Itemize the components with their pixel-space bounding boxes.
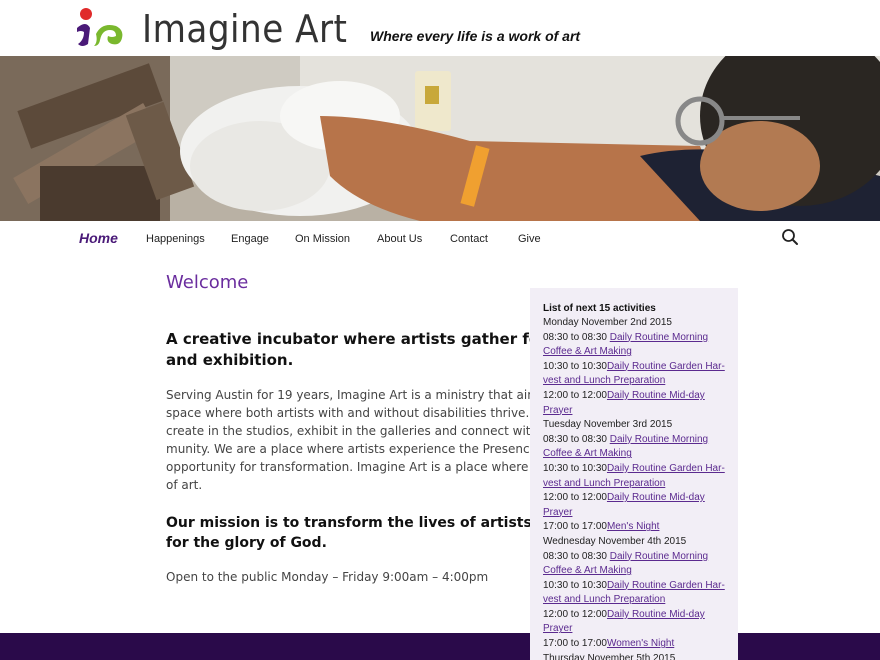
imagine-art-logo[interactable] [72,4,130,50]
intro-paragraph: Serving Austin for 19 years, Imagine Art… [166,386,530,494]
activity-time: 17:00 to 17:00 [543,521,607,533]
activity-time: Tuesday November 3rd 2015 [543,419,673,431]
activity-time: 08:30 to 08:30 [543,331,610,343]
activity-line: 12:00 to 12:00Daily Routine Mid-day [543,608,738,623]
activity-time: 08:30 to 08:30 [543,433,610,445]
activity-line: vest and Lunch Preparation [543,593,738,608]
headline-line: and exhibition. [166,351,294,369]
activity-link[interactable]: Coffee & Art Making [543,448,632,459]
paragraph-line: space where both artists with and withou… [166,406,530,420]
activity-line: Prayer [543,404,738,419]
site-header: Imagine Art Where every life is a work o… [0,0,880,56]
activity-line: vest and Lunch Preparation [543,477,738,492]
activity-time: 12:00 to 12:00 [543,608,607,620]
activity-time: 10:30 to 10:30 [543,462,607,474]
nav-item-happenings[interactable]: Happenings [146,233,205,245]
activities-title: List of next 15 activities [543,303,656,314]
activity-line: 17:00 to 17:00Women's Night [543,637,738,652]
activity-link[interactable]: Prayer [543,623,572,634]
opening-hours: Open to the public Monday – Friday 9:00a… [166,570,489,584]
activity-time: Wednesday November 4th 2015 [543,535,687,547]
activity-link[interactable]: Coffee & Art Making [543,346,632,357]
activity-link[interactable]: Daily Routine Garden Har- [607,361,725,372]
activity-line: 08:30 to 08:30 Daily Routine Morning [543,433,738,448]
paragraph-line: create in the studios, exhibit in the ga… [166,424,530,438]
activity-link[interactable]: vest and Lunch Preparation [543,594,665,605]
site-title[interactable]: Imagine Art [142,6,347,52]
paragraph-line: opportunity for transformation. Imagine … [166,460,530,474]
activity-link[interactable]: Daily Routine Mid-day [607,390,705,401]
activity-line: Tuesday November 3rd 2015 [543,418,738,433]
activity-link[interactable]: vest and Lunch Preparation [543,478,665,489]
activity-link[interactable]: Women's Night [607,638,674,649]
activity-list: Monday November 2nd 2015 08:30 to 08:30 D… [543,316,738,660]
mission-statement: Our mission is to transform the lives of… [166,513,536,553]
paragraph-line: Serving Austin for 19 years, Imagine Art… [166,388,530,402]
paragraph-line: of art. [166,478,203,492]
activity-line: 08:30 to 08:30 Daily Routine Morning [543,331,738,346]
activity-line: 17:00 to 17:00Men's Night [543,520,738,535]
activity-line: Coffee & Art Making [543,447,738,462]
nav-item-engage[interactable]: Engage [231,233,269,245]
activity-time: Thursday November 5th 2015 [543,652,676,660]
activity-time: Monday November 2nd 2015 [543,317,672,328]
search-icon[interactable] [781,228,799,246]
page-title: Welcome [166,272,249,293]
activity-line: 10:30 to 10:30Daily Routine Garden Har- [543,579,738,594]
activity-link[interactable]: Prayer [543,507,572,518]
activity-link[interactable]: Daily Routine Morning [610,332,708,343]
activity-link[interactable]: Daily Routine Mid-day [607,609,705,620]
activity-link[interactable]: vest and Lunch Preparation [543,375,665,386]
activity-time: 10:30 to 10:30 [543,579,607,591]
nav-item-about-us[interactable]: About Us [377,233,422,245]
activity-line: 10:30 to 10:30Daily Routine Garden Har- [543,462,738,477]
activity-time: 08:30 to 08:30 [543,550,610,562]
activity-link[interactable]: Daily Routine Garden Har- [607,463,725,474]
mission-line: Our mission is to transform the lives of… [166,515,536,531]
activities-sidebar: List of next 15 activities Monday Novemb… [530,288,738,660]
activity-link[interactable]: Daily Routine Garden Har- [607,580,725,591]
site-footer [0,633,880,660]
activity-time: 10:30 to 10:30 [543,360,607,372]
headline-line: A creative incubator where artists gathe… [166,330,536,348]
paragraph-line: munity. We are a place where artists exp… [166,442,530,456]
activity-link[interactable]: Prayer [543,405,572,416]
activity-line: 10:30 to 10:30Daily Routine Garden Har- [543,360,738,375]
nav-item-on-mission[interactable]: On Mission [295,233,350,245]
header-banner-image [0,56,880,221]
intro-headline: A creative incubator where artists gathe… [166,329,536,371]
activity-line: 08:30 to 08:30 Daily Routine Morning [543,550,738,565]
activity-line: vest and Lunch Preparation [543,374,738,389]
nav-item-home[interactable]: Home [79,230,118,246]
activity-link[interactable]: Daily Routine Mid-day [607,492,705,503]
activity-time: 12:00 to 12:00 [543,389,607,401]
activity-link[interactable]: Coffee & Art Making [543,565,632,576]
mission-line: for the glory of God. [166,535,327,551]
activity-line: Wednesday November 4th 2015 [543,535,738,550]
nav-item-contact[interactable]: Contact [450,233,488,245]
main-navigation: Home Happenings Engage On Mission About … [0,221,880,261]
activity-time: 12:00 to 12:00 [543,492,607,504]
activity-line: Prayer [543,506,738,521]
activity-link[interactable]: Daily Routine Morning [610,551,708,562]
activity-line: Thursday November 5th 2015 [543,652,738,660]
activity-line: 12:00 to 12:00Daily Routine Mid-day [543,491,738,506]
activity-line: Prayer [543,622,738,637]
activity-link[interactable]: Daily Routine Morning [610,434,708,445]
nav-item-give[interactable]: Give [518,233,541,245]
activity-link[interactable]: Men's Night [607,521,660,532]
activity-line: Monday November 2nd 2015 [543,316,738,331]
site-tagline: Where every life is a work of art [370,28,581,44]
activity-time: 17:00 to 17:00 [543,638,607,650]
activity-line: 12:00 to 12:00Daily Routine Mid-day [543,389,738,404]
activity-line: Coffee & Art Making [543,564,738,579]
activity-line: Coffee & Art Making [543,345,738,360]
